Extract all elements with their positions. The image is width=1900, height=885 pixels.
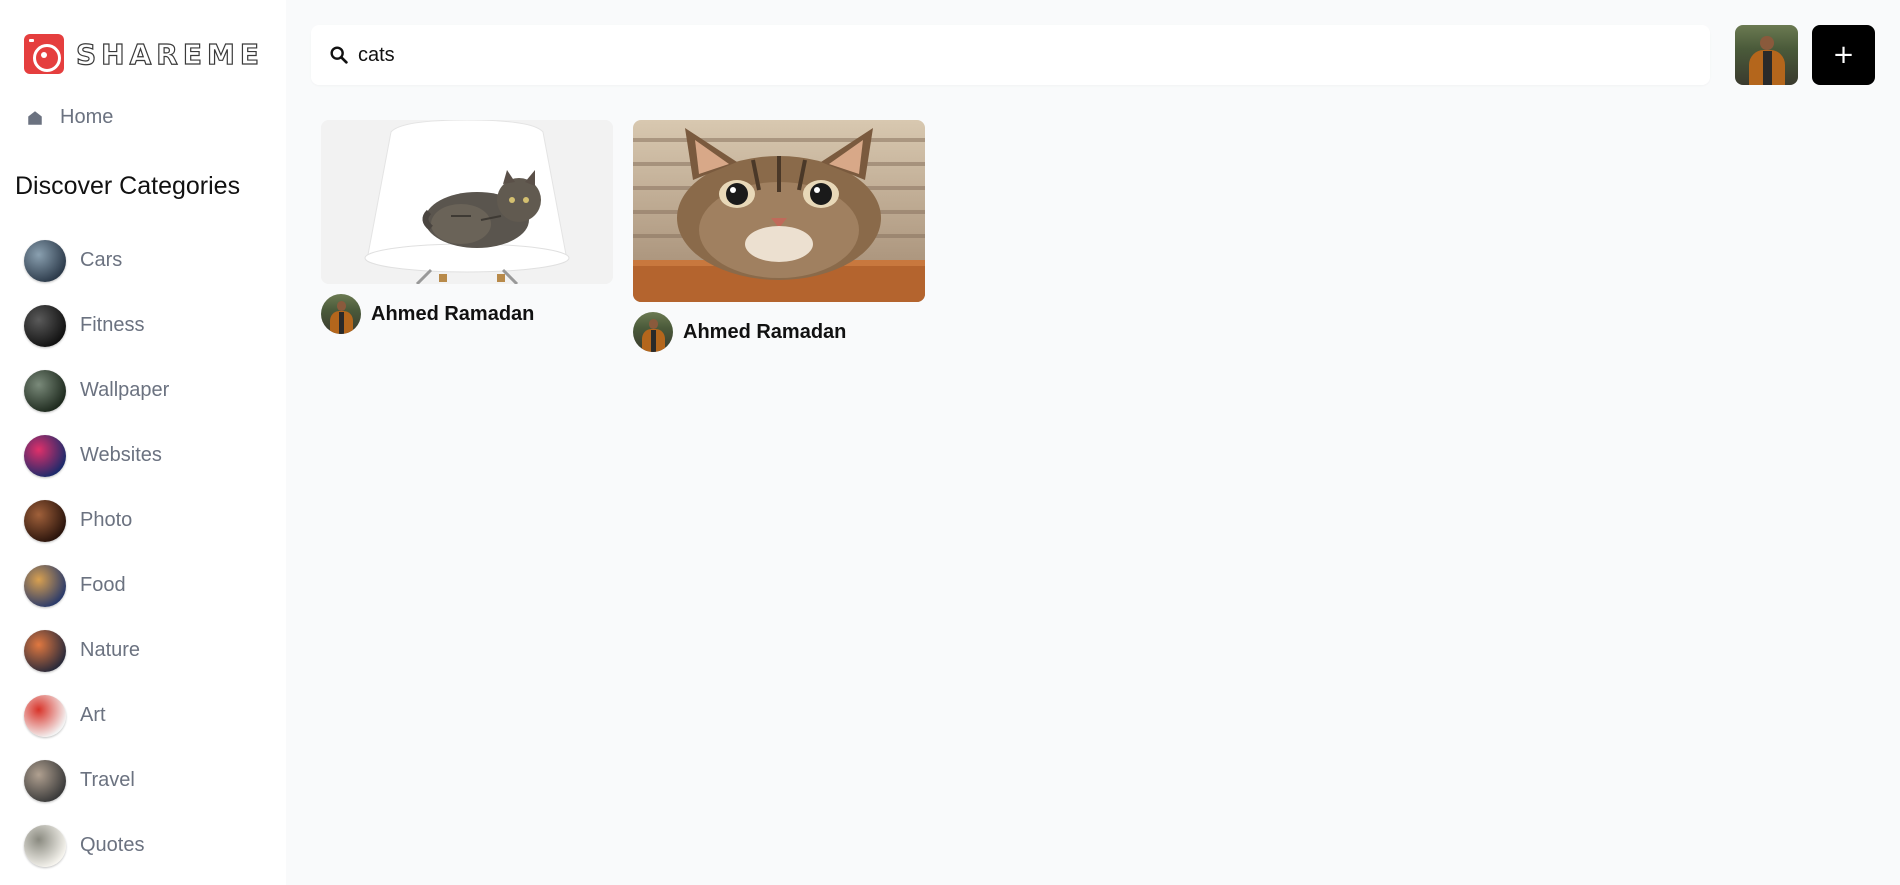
category-label: Photo xyxy=(80,509,133,531)
add-pin-button[interactable]: + xyxy=(1812,25,1875,85)
search-input[interactable] xyxy=(358,43,1658,67)
category-thumbnail xyxy=(24,759,66,802)
discover-categories-heading: Discover Categories xyxy=(15,172,241,200)
pin-card[interactable]: Ahmed Ramadan xyxy=(321,120,613,334)
category-label: Cars xyxy=(80,249,123,271)
category-thumbnail xyxy=(24,629,66,672)
sidebar-category-photo[interactable]: Photo xyxy=(24,488,286,553)
sidebar: SHAREME Home Discover Categories Cars Fit… xyxy=(0,0,286,885)
category-label: Quotes xyxy=(80,834,145,856)
sidebar-category-cars[interactable]: Cars xyxy=(24,228,286,293)
sidebar-category-travel[interactable]: Travel xyxy=(24,748,286,813)
sidebar-category-wallpaper[interactable]: Wallpaper xyxy=(24,358,286,423)
sidebar-category-food[interactable]: Food xyxy=(24,553,286,618)
sidebar-category-nature[interactable]: Nature xyxy=(24,618,286,683)
sidebar-category-quotes[interactable]: Quotes xyxy=(24,813,286,878)
category-label: Fitness xyxy=(80,314,145,336)
camera-icon xyxy=(24,34,64,74)
category-thumbnail xyxy=(24,824,66,867)
search-icon xyxy=(330,46,348,64)
category-label: Websites xyxy=(80,444,162,466)
sidebar-item-label: Home xyxy=(60,106,114,128)
sidebar-category-fitness[interactable]: Fitness xyxy=(24,293,286,358)
logo[interactable]: SHAREME xyxy=(24,34,264,74)
category-thumbnail xyxy=(24,434,66,477)
author-avatar xyxy=(633,312,673,352)
pin-image[interactable] xyxy=(321,120,613,284)
sidebar-item-home[interactable]: Home xyxy=(26,106,113,129)
category-thumbnail xyxy=(24,369,66,412)
category-label: Travel xyxy=(80,769,135,791)
category-thumbnail xyxy=(24,564,66,607)
category-label: Art xyxy=(80,704,106,726)
pin-image[interactable] xyxy=(633,120,925,302)
pin-card[interactable]: Ahmed Ramadan xyxy=(633,120,925,352)
author-name: Ahmed Ramadan xyxy=(683,320,847,343)
category-thumbnail xyxy=(24,304,66,347)
author-avatar xyxy=(321,294,361,334)
category-label: Nature xyxy=(80,639,141,661)
category-list: Cars Fitness Wallpaper Websites Photo Food Nat… xyxy=(24,228,286,878)
search-bar xyxy=(311,25,1710,85)
sidebar-category-art[interactable]: Art xyxy=(24,683,286,748)
sidebar-category-websites[interactable]: Websites xyxy=(24,423,286,488)
pin-author[interactable]: Ahmed Ramadan xyxy=(633,312,925,352)
home-icon xyxy=(28,110,42,125)
category-thumbnail xyxy=(24,694,66,737)
category-thumbnail xyxy=(24,239,66,282)
category-thumbnail xyxy=(24,499,66,542)
pin-author[interactable]: Ahmed Ramadan xyxy=(321,294,613,334)
category-label: Wallpaper xyxy=(80,379,170,401)
logo-text: SHAREME xyxy=(75,37,264,71)
user-photo xyxy=(1735,25,1798,85)
user-avatar[interactable] xyxy=(1735,25,1798,85)
author-name: Ahmed Ramadan xyxy=(371,302,535,325)
category-label: Food xyxy=(80,574,126,596)
